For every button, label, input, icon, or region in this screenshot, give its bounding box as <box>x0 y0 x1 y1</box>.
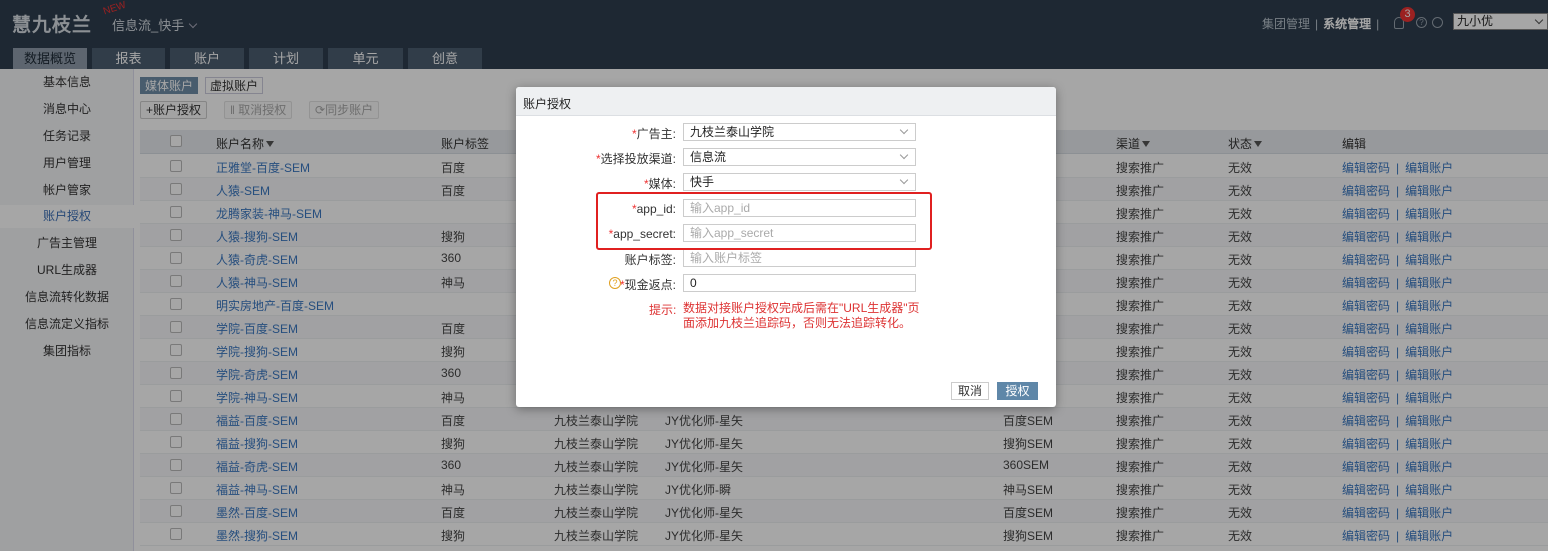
rebate-input[interactable] <box>683 274 916 292</box>
dialog-title: 账户授权 <box>523 97 572 111</box>
account-auth-dialog: 账户授权 *广告主: 九枝兰泰山学院 *选择投放渠道: 信息流 *媒体: 快手 … <box>516 87 1056 407</box>
channel-select[interactable]: 信息流 <box>683 148 916 166</box>
media-label-text: 媒体: <box>648 177 676 191</box>
account-tag-label: 账户标签: <box>624 253 676 267</box>
media-label: *媒体: <box>526 175 676 192</box>
channel-label: *选择投放渠道: <box>526 150 676 167</box>
media-select[interactable]: 快手 <box>683 173 916 191</box>
rebate-label-text: 现金返点: <box>624 278 676 292</box>
advertiser-label-text: 广告主: <box>636 127 676 141</box>
advertiser-value: 九枝兰泰山学院 <box>690 125 775 139</box>
tip-text: 数据对接账户授权完成后需在"URL生成器"页面添加九枝兰追踪码，否则无法追踪转化… <box>683 301 920 330</box>
advertiser-select[interactable]: 九枝兰泰山学院 <box>683 123 916 141</box>
advertiser-label: *广告主: <box>526 125 676 142</box>
channel-label-text: 选择投放渠道: <box>600 152 676 166</box>
dialog-header: 账户授权 <box>516 87 1056 116</box>
chevron-down-icon <box>899 150 909 160</box>
chevron-down-icon <box>899 125 909 135</box>
account-tag-input[interactable] <box>683 249 916 267</box>
highlight-box <box>596 192 932 250</box>
channel-value: 信息流 <box>690 150 727 164</box>
chevron-down-icon <box>899 175 909 185</box>
authorize-button[interactable]: 授权 <box>997 382 1038 400</box>
media-value: 快手 <box>690 175 715 189</box>
rebate-label: *现金返点: <box>526 276 676 293</box>
tip-label: 提示: <box>649 303 677 317</box>
cancel-button[interactable]: 取消 <box>951 382 989 400</box>
